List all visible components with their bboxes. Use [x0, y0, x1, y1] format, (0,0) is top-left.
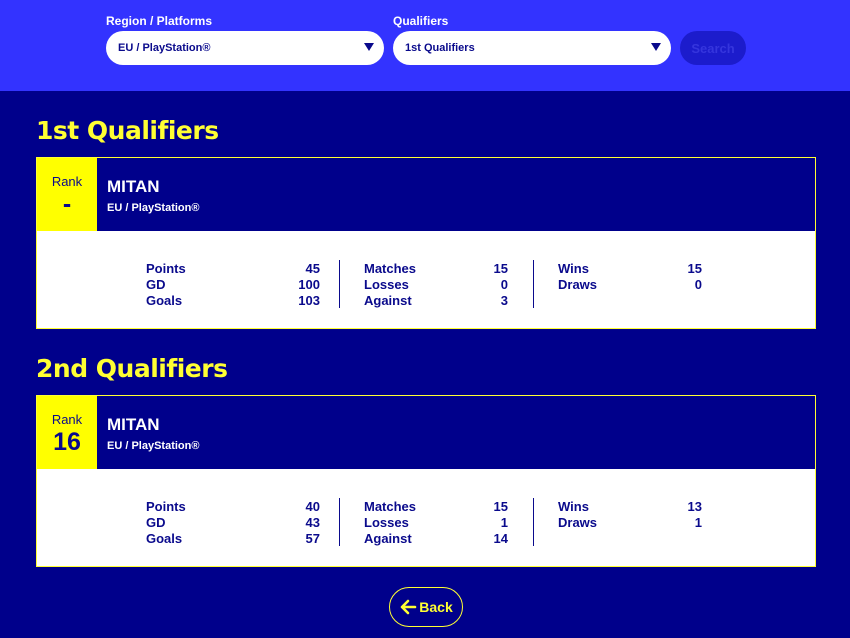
filter-bar: Region / Platforms EU / PlayStation® Qua…: [0, 0, 850, 91]
stat-value: 45: [305, 261, 320, 276]
rank-badge: Rank -: [37, 158, 97, 231]
region-select-value: EU / PlayStation®: [118, 42, 211, 54]
stat-label: Draws: [558, 277, 598, 292]
stat-value: 15: [493, 261, 508, 276]
stat-value: 13: [687, 499, 702, 514]
stat-value: 57: [305, 531, 320, 546]
stat-label: Losses: [364, 515, 409, 530]
qualifiers-label: Qualifiers: [393, 14, 449, 28]
stat-label: Points: [146, 261, 186, 276]
rank-badge: Rank 16: [37, 396, 97, 469]
stat-label: Goals: [146, 293, 183, 308]
qualifiers-select[interactable]: 1st Qualifiers: [393, 31, 671, 65]
stats-divider: [533, 498, 534, 546]
stat-label: Goals: [146, 531, 183, 546]
stat-value: 14: [493, 531, 508, 546]
stat-goals: Goals 103: [146, 293, 320, 309]
player-name: MITAN: [107, 415, 160, 434]
stat-label: Draws: [558, 515, 598, 530]
qualifiers-select-value: 1st Qualifiers: [405, 42, 475, 54]
stat-value: 43: [305, 515, 320, 530]
search-button[interactable]: Search: [680, 31, 746, 65]
stat-value: 15: [687, 261, 702, 276]
back-button[interactable]: Back: [389, 587, 463, 627]
section-title-1st-qualifiers: 1st Qualifiers: [36, 116, 219, 145]
stat-losses: Losses 0: [364, 277, 508, 293]
stat-label: Losses: [364, 277, 409, 292]
card-header: Rank - MITAN EU / PlayStation®: [37, 158, 815, 231]
stat-draws: Draws 1: [558, 515, 702, 531]
stat-losses: Losses 1: [364, 515, 508, 531]
stat-label: Matches: [364, 499, 417, 514]
stat-matches: Matches 15: [364, 499, 508, 515]
stat-wins: Wins 15: [558, 261, 702, 277]
result-card-1st-qualifiers: Rank - MITAN EU / PlayStation® Points 45…: [36, 157, 816, 329]
stat-points: Points 45: [146, 261, 320, 277]
player-name: MITAN: [107, 177, 160, 196]
stat-label: GD: [146, 515, 166, 530]
stat-label: Wins: [558, 261, 589, 276]
stat-label: Points: [146, 499, 186, 514]
stat-value: 0: [694, 277, 702, 292]
stat-label: Matches: [364, 261, 417, 276]
caret-down-icon: [364, 43, 374, 51]
stats-divider: [339, 498, 340, 546]
region-label: Region / Platforms: [106, 14, 213, 28]
stat-value: 15: [493, 499, 508, 514]
stats-divider: [339, 260, 340, 308]
stat-value: 100: [298, 277, 320, 292]
stat-value: 3: [500, 293, 508, 308]
stat-gd: GD 100: [146, 277, 320, 293]
stat-gd: GD 43: [146, 515, 320, 531]
stats-divider: [533, 260, 534, 308]
rank-value: -: [62, 190, 72, 218]
stat-against: Against 14: [364, 531, 508, 547]
stat-label: Wins: [558, 499, 589, 514]
stat-wins: Wins 13: [558, 499, 702, 515]
rank-value: 16: [53, 428, 81, 456]
stat-value: 40: [305, 499, 320, 514]
stat-value: 1: [500, 515, 508, 530]
rank-label: Rank: [51, 174, 83, 189]
section-title-2nd-qualifiers: 2nd Qualifiers: [36, 354, 228, 383]
player-platform: EU / PlayStation®: [107, 202, 200, 214]
stats-panel: Points 45 GD 100 Goals 103 Matches 15 Lo…: [37, 231, 815, 328]
stat-value: 1: [694, 515, 702, 530]
result-card-2nd-qualifiers: Rank 16 MITAN EU / PlayStation® Points 4…: [36, 395, 816, 567]
stat-label: Against: [364, 531, 412, 546]
stat-points: Points 40: [146, 499, 320, 515]
arrow-left-icon: [399, 599, 417, 615]
stat-value: 0: [500, 277, 508, 292]
stat-label: Against: [364, 293, 412, 308]
card-header: Rank 16 MITAN EU / PlayStation®: [37, 396, 815, 469]
stat-value: 103: [298, 293, 320, 308]
caret-down-icon: [651, 43, 661, 51]
stat-draws: Draws 0: [558, 277, 702, 293]
region-select[interactable]: EU / PlayStation®: [106, 31, 384, 65]
rank-label: Rank: [51, 412, 83, 427]
stat-label: GD: [146, 277, 166, 292]
stat-against: Against 3: [364, 293, 508, 309]
stat-matches: Matches 15: [364, 261, 508, 277]
stat-goals: Goals 57: [146, 531, 320, 547]
back-label: Back: [419, 599, 453, 615]
player-platform: EU / PlayStation®: [107, 440, 200, 452]
stats-panel: Points 40 GD 43 Goals 57 Matches 15 Loss…: [37, 469, 815, 566]
